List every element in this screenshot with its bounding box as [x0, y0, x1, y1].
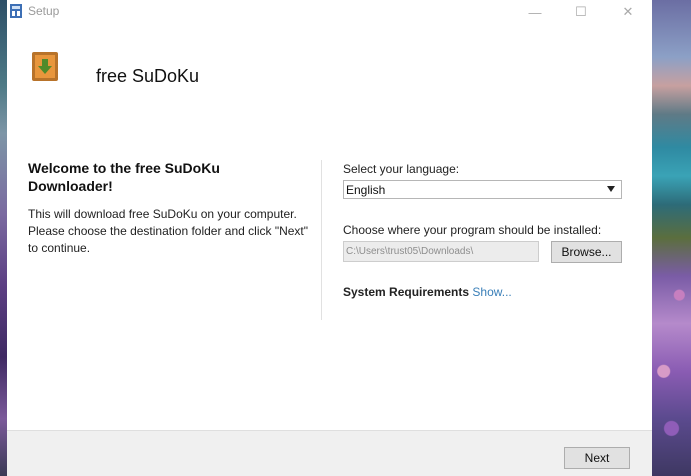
system-requirements-label: System Requirements — [343, 285, 470, 299]
system-requirements-show-link[interactable]: Show... — [472, 285, 511, 299]
maximize-button[interactable]: ☐ — [558, 0, 604, 24]
setup-app-icon — [10, 4, 22, 18]
minimize-icon: — — [528, 4, 542, 20]
language-label: Select your language: — [343, 162, 460, 176]
download-package-icon — [32, 52, 58, 81]
system-requirements: System Requirements Show... — [343, 285, 512, 299]
language-selected-value: English — [346, 183, 386, 197]
window-title: Setup — [28, 4, 60, 18]
vertical-divider — [321, 160, 322, 320]
install-location-label: Choose where your program should be inst… — [343, 223, 602, 237]
close-icon: ✕ — [622, 4, 634, 19]
setup-window: Setup — ☐ ✕ free SuDoKu Welcome to the f… — [7, 0, 652, 476]
install-path-field[interactable] — [343, 241, 539, 262]
welcome-description: This will download free SuDoKu on your c… — [28, 207, 309, 255]
footer-bar: Next — [7, 430, 652, 476]
minimize-button[interactable]: — — [512, 0, 558, 24]
dropdown-arrow-icon — [607, 186, 615, 192]
title-bar: Setup — ☐ ✕ — [7, 0, 652, 24]
maximize-icon: ☐ — [575, 4, 587, 19]
language-select[interactable]: English — [343, 180, 622, 199]
close-button[interactable]: ✕ — [605, 0, 651, 24]
next-button[interactable]: Next — [564, 447, 630, 469]
browse-button[interactable]: Browse... — [551, 241, 622, 263]
app-name: free SuDoKu — [96, 66, 200, 86]
desktop-wallpaper-left — [0, 0, 7, 476]
desktop-wallpaper-right — [652, 0, 691, 476]
welcome-heading: Welcome to the free SuDoKu Downloader! — [28, 160, 220, 194]
